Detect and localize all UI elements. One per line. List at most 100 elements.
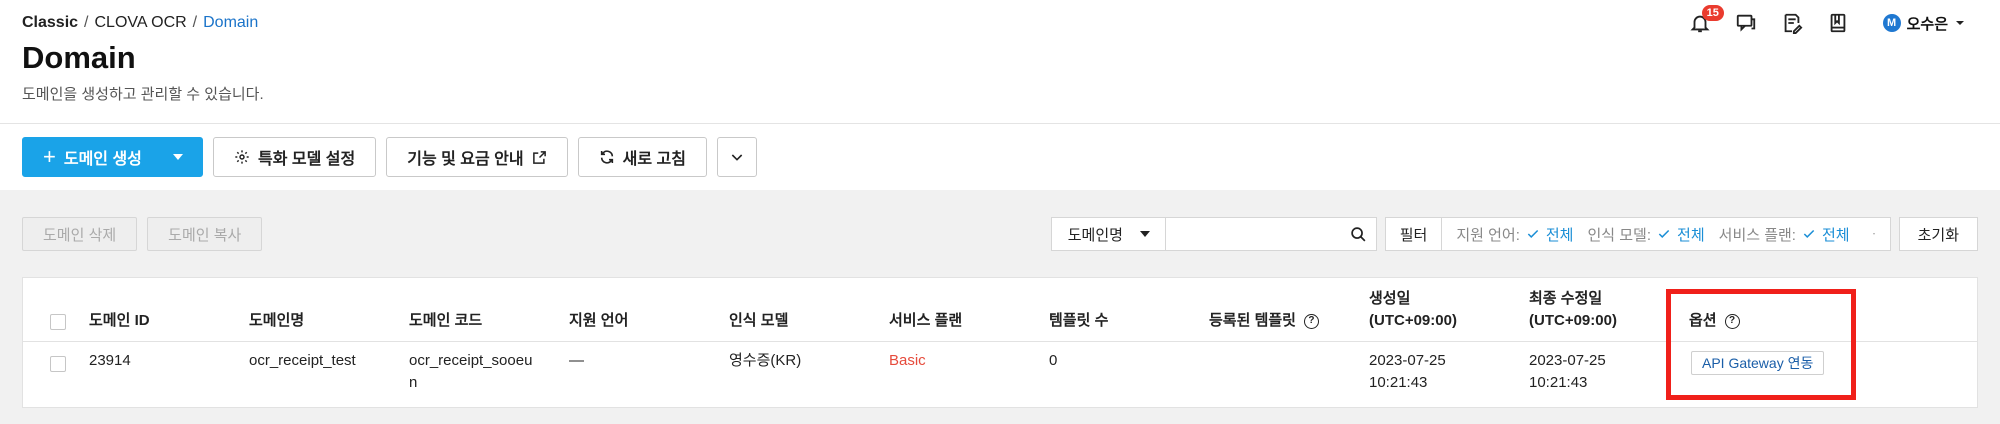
cell-created: 2023-07-25 10:21:43 xyxy=(1369,350,1446,394)
cell-template-count: 0 xyxy=(1049,352,1058,369)
user-name: 오수은 xyxy=(1906,15,1948,33)
table-header: 도메인 ID 도메인명 도메인 코드 지원 언어 인식 모델 서비스 플랜 템플… xyxy=(23,278,1977,342)
search-icon[interactable] xyxy=(1342,218,1376,250)
edit-document-icon[interactable] xyxy=(1779,10,1805,36)
more-dropdown-button[interactable] xyxy=(716,137,757,177)
column-modified-label: 최종 수정일 xyxy=(1529,290,1603,307)
breadcrumb-domain[interactable]: Domain xyxy=(203,14,258,32)
avatar: M xyxy=(1882,14,1901,32)
main-toolbar: + 도메인 생성 특화 모델 설정 기능 및 요금 안내 새로 고침 xyxy=(22,137,757,177)
cell-language: — xyxy=(569,352,584,369)
external-link-icon xyxy=(532,150,546,164)
filter-plan-value: 전체 xyxy=(1821,226,1850,244)
caret-down-icon[interactable] xyxy=(172,151,184,163)
breadcrumb-separator: / xyxy=(84,14,89,31)
filter-label: 필터 xyxy=(1386,218,1443,250)
caret-down-icon xyxy=(1872,233,1875,235)
filter-dropdown[interactable]: 필터 지원 언어: 전체 인식 모델: 전체 서비스 플랜: 전체 xyxy=(1384,217,1891,251)
column-language[interactable]: 지원 언어 xyxy=(569,310,628,332)
cell-domain-code-line2: n xyxy=(409,374,418,391)
cell-modified-time: 10:21:43 xyxy=(1529,374,1588,391)
column-created-label: 생성일 xyxy=(1369,290,1411,307)
cell-domain-name[interactable]: ocr_receipt_test xyxy=(249,350,356,372)
gear-icon xyxy=(235,150,249,164)
column-domain-id[interactable]: 도메인 ID xyxy=(89,310,150,332)
cell-plan: Basic xyxy=(889,352,926,369)
filter-language: 지원 언어: 전체 xyxy=(1456,224,1573,245)
column-modified-tz: (UTC+09:00) xyxy=(1529,312,1617,329)
row-checkbox[interactable] xyxy=(50,356,66,372)
check-icon xyxy=(1658,229,1670,238)
notification-badge: 15 xyxy=(1701,5,1724,21)
column-modified[interactable]: 최종 수정일 (UTC+09:00) xyxy=(1529,288,1617,332)
cell-modified: 2023-07-25 10:21:43 xyxy=(1529,350,1606,394)
cell-created-time: 10:21:43 xyxy=(1369,374,1428,391)
breadcrumb-classic[interactable]: Classic xyxy=(22,14,78,32)
breadcrumb-clova-ocr[interactable]: CLOVA OCR xyxy=(95,14,187,32)
column-plan[interactable]: 서비스 플랜 xyxy=(889,310,962,332)
page-subtitle: 도메인을 생성하고 관리할 수 있습니다. xyxy=(22,86,264,103)
select-all-checkbox[interactable] xyxy=(50,314,66,330)
reset-button[interactable]: 초기화 xyxy=(1898,217,1978,251)
column-created-tz: (UTC+09:00) xyxy=(1369,312,1457,329)
caret-down-icon xyxy=(1139,231,1150,237)
search-field-select[interactable]: 도메인명 xyxy=(1052,218,1166,250)
help-icon[interactable]: ? xyxy=(1303,313,1319,329)
column-domain-code[interactable]: 도메인 코드 xyxy=(409,310,482,332)
filter-plan-label: 서비스 플랜: xyxy=(1718,226,1796,244)
pricing-guide-button[interactable]: 기능 및 요금 안내 xyxy=(386,137,568,177)
special-model-settings-label: 특화 모델 설정 xyxy=(258,151,356,168)
refresh-button[interactable]: 새로 고침 xyxy=(577,137,707,177)
copy-domain-button[interactable]: 도메인 복사 xyxy=(147,217,263,251)
column-model[interactable]: 인식 모델 xyxy=(729,310,788,332)
breadcrumb: Classic / CLOVA OCR / Domain xyxy=(22,14,258,32)
filter-model: 인식 모델: 전체 xyxy=(1587,224,1704,245)
search-input[interactable] xyxy=(1165,218,1342,250)
search-field-value: 도메인명 xyxy=(1067,226,1123,244)
chevron-down-icon xyxy=(1956,21,1964,25)
check-icon xyxy=(1527,229,1539,238)
page-title: Domain xyxy=(22,40,136,75)
column-created[interactable]: 생성일 (UTC+09:00) xyxy=(1369,288,1457,332)
cell-domain-code-line1: ocr_receipt_sooeu xyxy=(409,352,533,369)
notification-bell-icon[interactable]: 15 xyxy=(1687,5,1724,36)
column-options-label: 옵션 xyxy=(1689,312,1717,329)
delete-domain-button[interactable]: 도메인 삭제 xyxy=(22,217,138,251)
help-icon[interactable]: ? xyxy=(1724,313,1740,329)
cell-created-date: 2023-07-25 xyxy=(1369,352,1446,369)
pricing-guide-label: 기능 및 요금 안내 xyxy=(407,151,524,168)
table-row[interactable]: 23914 ocr_receipt_test ocr_receipt_sooeu… xyxy=(23,342,1977,408)
search-group: 도메인명 xyxy=(1050,217,1377,251)
header-actions: 15 M 오수은 xyxy=(1687,5,1966,36)
breadcrumb-separator: / xyxy=(192,14,198,31)
create-domain-label: 도메인 생성 xyxy=(63,151,142,168)
user-menu[interactable]: M 오수은 xyxy=(1882,13,1966,34)
filter-model-value: 전체 xyxy=(1677,226,1705,244)
column-domain-name[interactable]: 도메인명 xyxy=(249,310,304,332)
filter-language-label: 지원 언어: xyxy=(1456,226,1520,244)
cell-model: 영수증(KR) xyxy=(729,352,802,369)
filter-plan: 서비스 플랜: 전체 xyxy=(1719,224,1850,245)
book-icon[interactable] xyxy=(1825,10,1851,36)
refresh-label: 새로 고침 xyxy=(622,151,686,168)
plus-icon: + xyxy=(43,144,56,169)
filter-language-value: 전체 xyxy=(1545,226,1574,244)
cell-modified-date: 2023-07-25 xyxy=(1529,352,1606,369)
column-registered-templates[interactable]: 등록된 템플릿 ? xyxy=(1209,310,1319,332)
cell-domain-id: 23914 xyxy=(89,352,131,369)
domain-table: 도메인 ID 도메인명 도메인 코드 지원 언어 인식 모델 서비스 플랜 템플… xyxy=(22,277,1978,408)
row-actions: 도메인 삭제 도메인 복사 xyxy=(22,217,263,251)
refresh-icon xyxy=(600,150,613,164)
check-icon xyxy=(1803,229,1815,238)
filter-bar: 도메인명 필터 지원 언어: 전체 인식 모델: 전체 서비스 플랜: 전체 초… xyxy=(1050,217,1978,251)
create-domain-button[interactable]: + 도메인 생성 xyxy=(22,137,203,177)
chevron-down-icon xyxy=(731,154,743,161)
chat-icon[interactable] xyxy=(1733,10,1759,36)
page-header: Classic / CLOVA OCR / Domain Domain 도메인을… xyxy=(0,0,2000,124)
column-options: 옵션 ? xyxy=(1689,310,1740,332)
cell-domain-code: ocr_receipt_sooeu n xyxy=(409,350,532,394)
api-gateway-link-button[interactable]: API Gateway 연동 xyxy=(1691,351,1825,375)
special-model-settings-button[interactable]: 특화 모델 설정 xyxy=(213,137,377,177)
filter-summary: 지원 언어: 전체 인식 모델: 전체 서비스 플랜: 전체 xyxy=(1442,224,1863,245)
column-template-count[interactable]: 템플릿 수 xyxy=(1049,310,1108,332)
